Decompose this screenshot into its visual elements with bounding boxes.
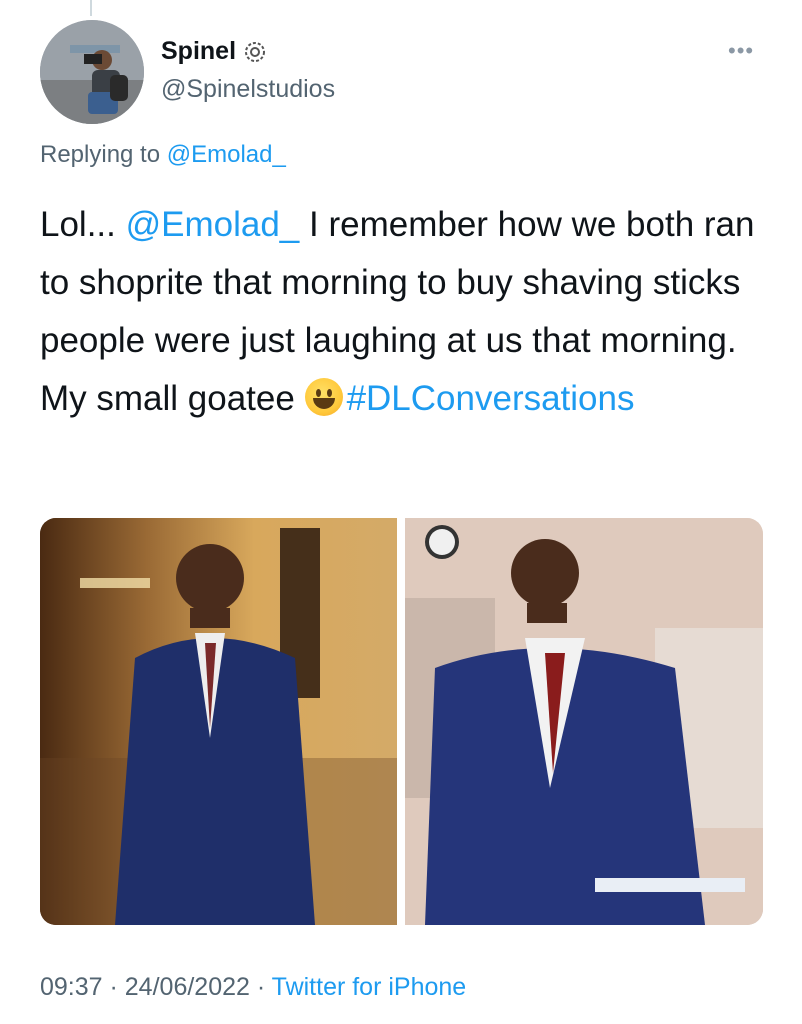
avatar[interactable] <box>40 20 144 124</box>
tweet-metadata: 09:37 · 24/06/2022 · Twitter for iPhone <box>40 973 466 1002</box>
meta-separator: · <box>102 973 125 1001</box>
tweet-source-link[interactable]: Twitter for iPhone <box>272 973 467 1001</box>
display-name-text[interactable]: Spinel <box>161 37 236 66</box>
avatar-photographer-image <box>40 20 144 124</box>
tweet-photo-2[interactable] <box>405 518 763 925</box>
photo-man-in-hallway-image <box>40 518 397 925</box>
gear-badge-icon <box>245 41 266 62</box>
mention-link[interactable]: @Emolad_ <box>126 205 300 244</box>
more-options-icon[interactable]: ••• <box>728 38 754 64</box>
hashtag-link[interactable]: #DLConversations <box>347 379 635 418</box>
tweet-text: Lol... @Emolad_ I remember how we both r… <box>40 196 775 428</box>
replying-to: Replying to @Emolad_ <box>40 141 286 169</box>
tweet-text-part1: Lol... <box>40 205 126 244</box>
photo-man-seated-image <box>405 518 763 925</box>
tweet-date[interactable]: 24/06/2022 <box>125 973 250 1001</box>
tweet-time[interactable]: 09:37 <box>40 973 103 1001</box>
tweet-photo-1[interactable] <box>40 518 397 925</box>
user-display-name[interactable]: Spinel <box>161 37 266 66</box>
grinning-face-icon <box>304 378 343 416</box>
replying-target-link[interactable]: @Emolad_ <box>167 141 286 168</box>
replying-prefix: Replying to <box>40 141 161 168</box>
user-handle[interactable]: @Spinelstudios <box>161 75 335 104</box>
meta-separator: · <box>249 973 272 1001</box>
thread-line <box>90 0 92 16</box>
